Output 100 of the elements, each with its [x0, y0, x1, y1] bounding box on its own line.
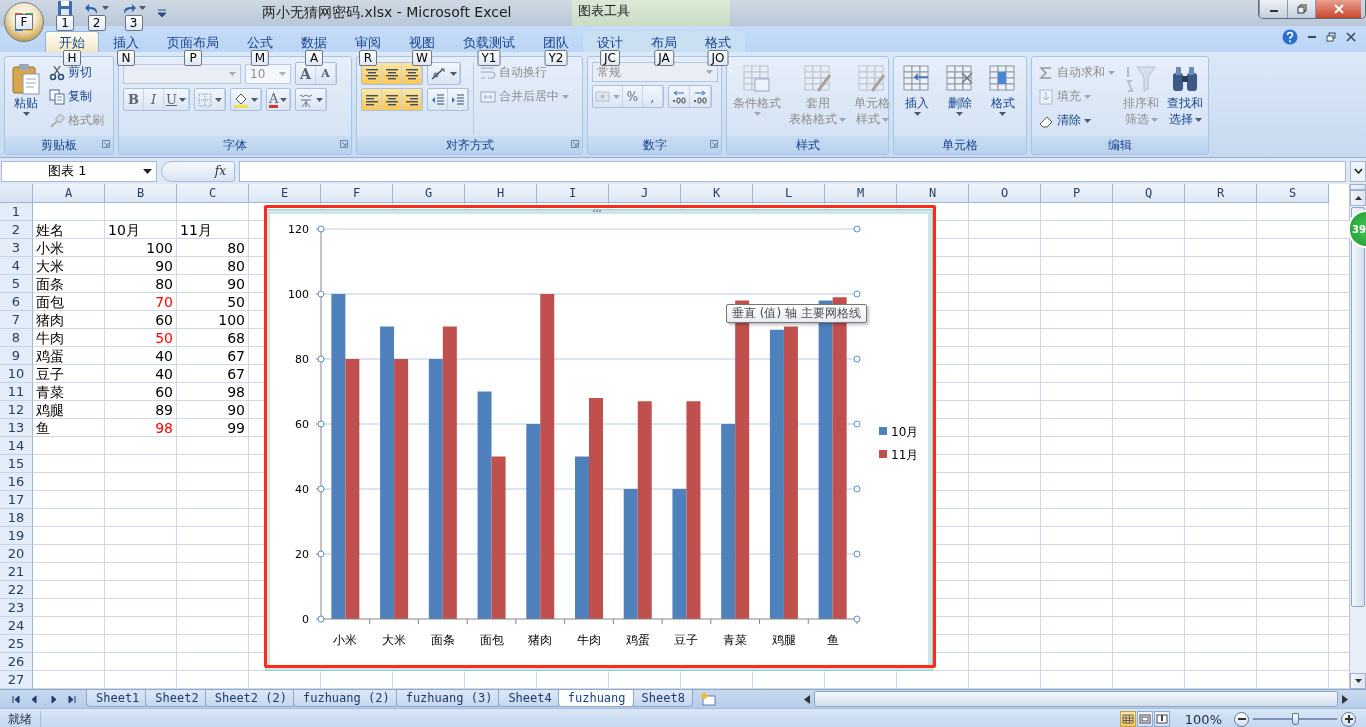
vertical-align-button[interactable]	[402, 63, 422, 84]
column-header[interactable]: A	[33, 184, 105, 203]
sheet-tab[interactable]: Sheet8	[631, 690, 693, 707]
column-header[interactable]: H	[465, 184, 537, 203]
selection-handle[interactable]	[853, 225, 861, 233]
selection-handle[interactable]	[317, 355, 325, 363]
selection-handle[interactable]	[853, 420, 861, 428]
help-button[interactable]	[1282, 28, 1298, 45]
underline-button[interactable]: U	[164, 89, 189, 110]
ribbon-tab[interactable]: 格式	[691, 31, 745, 52]
column-header[interactable]: N	[897, 184, 969, 203]
ribbon-tab[interactable]: 页面布局	[153, 31, 233, 52]
sheet-tab[interactable]: Sheet2	[145, 690, 207, 707]
zoom-level[interactable]: 100%	[1184, 711, 1222, 727]
close-button[interactable]	[1315, 0, 1361, 18]
row-header[interactable]: 18	[0, 509, 33, 527]
column-header[interactable]: E	[249, 184, 321, 203]
dialog-launcher-button[interactable]	[340, 140, 348, 148]
selection-handle[interactable]	[853, 550, 861, 558]
column-header[interactable]: S	[1257, 184, 1329, 203]
row-header[interactable]: 16	[0, 473, 33, 491]
selection-handle[interactable]	[317, 420, 325, 428]
ribbon-tab[interactable]: 视图	[395, 31, 449, 52]
horizontal-align-button[interactable]	[402, 89, 422, 110]
row-header[interactable]: 20	[0, 545, 33, 563]
row-header[interactable]: 19	[0, 527, 33, 545]
shrink-font-button[interactable]: A	[316, 63, 336, 84]
restore-button[interactable]	[1326, 31, 1336, 42]
scrollbar-thumb[interactable]	[814, 691, 1338, 707]
normal-view-button[interactable]	[1119, 711, 1136, 727]
horizontal-align-button[interactable]	[362, 89, 382, 110]
column-header[interactable]: F	[321, 184, 393, 203]
percent-button[interactable]: %	[623, 86, 643, 107]
dialog-launcher-button[interactable]	[710, 140, 718, 148]
column-header[interactable]: J	[609, 184, 681, 203]
row-header[interactable]: 1	[0, 203, 33, 221]
selection-handle[interactable]	[317, 550, 325, 558]
column-header[interactable]: M	[825, 184, 897, 203]
restore-button[interactable]	[1287, 0, 1315, 18]
scroll-down-button[interactable]	[1350, 673, 1366, 689]
selection-handle[interactable]	[853, 355, 861, 363]
column-header[interactable]: I	[537, 184, 609, 203]
scroll-up-button[interactable]	[1350, 190, 1366, 206]
ribbon-tab[interactable]: 插入	[99, 31, 153, 52]
selection-handle[interactable]	[317, 290, 325, 298]
grow-font-button[interactable]: A	[296, 63, 316, 84]
column-header[interactable]: P	[1041, 184, 1113, 203]
selection-handle[interactable]	[317, 225, 325, 233]
horizontal-align-button[interactable]	[382, 89, 402, 110]
row-header[interactable]: 17	[0, 491, 33, 509]
ribbon-tab[interactable]: 设计	[583, 31, 637, 52]
sheet-tab[interactable]: fuzhuang (2)	[292, 690, 398, 707]
column-header[interactable]: K	[681, 184, 753, 203]
sheet-tab[interactable]: fuzhuang	[557, 690, 634, 707]
sheet-tab[interactable]: Sheet1	[86, 690, 148, 707]
selection-handle[interactable]	[853, 485, 861, 493]
save-button[interactable]	[56, 1, 74, 15]
column-header[interactable]: G	[393, 184, 465, 203]
dialog-launcher-button[interactable]	[571, 140, 579, 148]
zoom-out-button[interactable]	[1234, 711, 1249, 727]
ribbon-button[interactable]: 删除	[942, 62, 978, 117]
row-header[interactable]: 6	[0, 293, 33, 311]
slider-thumb[interactable]	[1292, 713, 1299, 725]
page-layout-view-button[interactable]	[1136, 711, 1153, 727]
ribbon-button[interactable]: 查找和 选择	[1165, 62, 1205, 128]
zoom-in-button[interactable]	[1341, 711, 1356, 727]
page-break-view-button[interactable]	[1153, 711, 1170, 727]
customize-toolbar-button[interactable]	[156, 6, 168, 20]
selection-handle[interactable]	[853, 615, 861, 623]
column-header[interactable]: R	[1185, 184, 1257, 203]
ribbon-tab[interactable]: 布局	[637, 31, 691, 52]
row-header[interactable]: 24	[0, 617, 33, 635]
column-header[interactable]: O	[969, 184, 1041, 203]
row-header[interactable]: 4	[0, 257, 33, 275]
row-header[interactable]: 11	[0, 383, 33, 401]
sheet-tab[interactable]: Sheet4	[498, 690, 560, 707]
row-header[interactable]: 12	[0, 401, 33, 419]
dialog-launcher-button[interactable]	[102, 140, 110, 148]
column-header[interactable]: C	[177, 184, 249, 203]
paste-button[interactable]: 粘贴	[9, 62, 43, 117]
comma-style-button[interactable]: ,	[643, 86, 663, 107]
row-header[interactable]: 7	[0, 311, 33, 329]
column-header[interactable]: Q	[1113, 184, 1185, 203]
row-header[interactable]: 27	[0, 671, 33, 689]
row-header[interactable]: 14	[0, 437, 33, 455]
column-header[interactable]: B	[105, 184, 177, 203]
ribbon-button[interactable]: 插入	[899, 62, 936, 117]
row-header[interactable]: 25	[0, 635, 33, 653]
row-header[interactable]: 15	[0, 455, 33, 473]
ribbon-tab[interactable]: 开始	[45, 31, 99, 52]
selection-handle[interactable]	[317, 485, 325, 493]
sheet-tab[interactable]: fuzhuang (3)	[395, 690, 501, 707]
expand-formula-button[interactable]	[1350, 160, 1366, 182]
ribbon-action-button[interactable]: 清除	[1036, 110, 1117, 131]
bold-button[interactable]: B	[124, 89, 144, 110]
minimize-button[interactable]	[1259, 0, 1287, 18]
ribbon-tab[interactable]: 审阅	[341, 31, 395, 52]
row-header[interactable]: 9	[0, 347, 33, 365]
close-button[interactable]	[1346, 31, 1356, 42]
ribbon-tab[interactable]: 数据	[287, 31, 341, 52]
